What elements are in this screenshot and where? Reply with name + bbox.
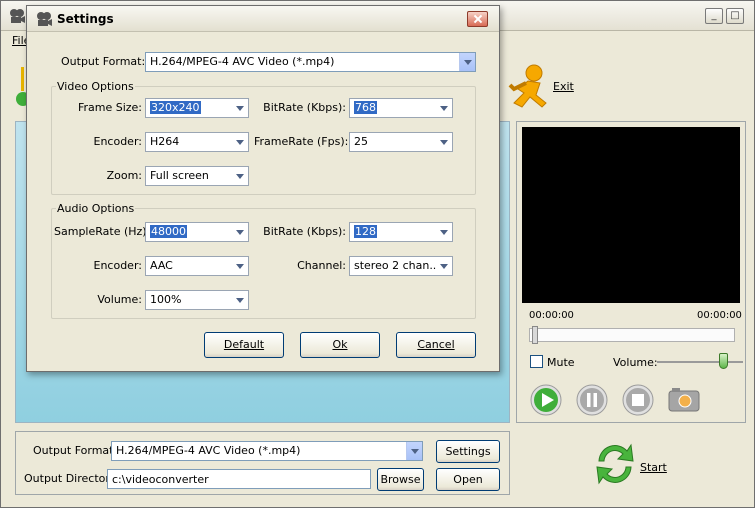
dialog-title-bar: Settings	[27, 6, 499, 32]
output-directory-input[interactable]: c:\videoconverter	[107, 469, 371, 489]
dialog-body: Output Format: H.264/MPEG-4 AVC Video (*…	[34, 38, 490, 363]
mute-checkbox[interactable]	[530, 355, 543, 368]
zoom-value: Full screen	[150, 169, 209, 182]
dialog-output-format-select[interactable]: H.264/MPEG-4 AVC Video (*.mp4)	[145, 52, 476, 72]
output-directory-label: Output Directory:	[24, 472, 120, 485]
start-label: Start	[640, 461, 667, 474]
film-reel-icon	[37, 12, 52, 26]
audio-bitrate-label: BitRate (Kbps):	[263, 225, 346, 238]
output-settings-bar: Output Format: H.264/MPEG-4 AVC Video (*…	[15, 431, 510, 495]
chevron-down-icon[interactable]	[232, 133, 248, 151]
video-encoder-select[interactable]: H264	[145, 132, 249, 152]
chevron-down-icon[interactable]	[232, 99, 248, 117]
volume-knob[interactable]	[719, 353, 728, 369]
samplerate-value: 48000	[150, 225, 187, 238]
framerate-value: 25	[354, 135, 368, 148]
start-button[interactable]: Start	[593, 439, 693, 495]
dialog-output-format-label: Output Format:	[61, 55, 146, 68]
frame-size-value: 320x240	[150, 101, 201, 114]
output-format-value: H.264/MPEG-4 AVC Video (*.mp4)	[116, 444, 301, 457]
framerate-label: FrameRate (Fps):	[254, 135, 349, 148]
video-options-title: Video Options	[56, 80, 135, 93]
audio-encoder-label: Encoder:	[93, 259, 143, 272]
time-current: 00:00:00	[529, 310, 574, 321]
video-options-group: Video Options Frame Size: 320x240 BitRat…	[51, 80, 476, 195]
video-bitrate-select[interactable]: 768	[349, 98, 453, 118]
pause-icon[interactable]	[576, 384, 608, 416]
framerate-select[interactable]: 25	[349, 132, 453, 152]
chevron-down-icon[interactable]	[436, 133, 452, 151]
minimize-button[interactable]: _	[705, 8, 723, 24]
zoom-select[interactable]: Full screen	[145, 166, 249, 186]
settings-dialog: Settings Output Format: H.264/MPEG-4 AVC…	[26, 5, 500, 372]
chevron-down-icon[interactable]	[459, 53, 475, 71]
snapshot-camera-icon[interactable]	[668, 384, 700, 416]
zoom-label: Zoom:	[106, 169, 142, 182]
settings-button[interactable]: Settings	[436, 440, 500, 463]
audio-options-group: Audio Options SampleRate (Hz): 48000 Bit…	[51, 202, 476, 319]
chevron-down-icon[interactable]	[436, 99, 452, 117]
mute-label: Mute	[547, 356, 575, 369]
chevron-down-icon[interactable]	[232, 291, 248, 309]
seek-slider[interactable]	[529, 326, 735, 344]
chevron-down-icon[interactable]	[232, 257, 248, 275]
exit-button[interactable]: Exit	[506, 63, 586, 111]
audio-encoder-value: AAC	[150, 259, 173, 272]
default-button[interactable]: Default	[204, 332, 284, 358]
exit-label: Exit	[553, 80, 574, 93]
video-bitrate-value: 768	[354, 101, 377, 114]
seek-knob[interactable]	[532, 326, 538, 344]
running-man-icon	[508, 64, 547, 108]
volume-slider[interactable]	[657, 353, 743, 369]
browse-button[interactable]: Browse	[377, 468, 424, 491]
film-reel-icon	[10, 9, 25, 23]
output-format-select[interactable]: H.264/MPEG-4 AVC Video (*.mp4)	[111, 441, 423, 461]
chevron-down-icon[interactable]	[232, 167, 248, 185]
audio-volume-label: Volume:	[97, 293, 142, 306]
play-icon[interactable]	[530, 384, 562, 416]
dialog-output-format-value: H.264/MPEG-4 AVC Video (*.mp4)	[150, 55, 335, 68]
chevron-down-icon[interactable]	[406, 442, 422, 460]
video-screen	[522, 127, 740, 303]
frame-size-select[interactable]: 320x240	[145, 98, 249, 118]
video-bitrate-label: BitRate (Kbps):	[263, 101, 346, 114]
chevron-down-icon[interactable]	[232, 223, 248, 241]
ok-button[interactable]: Ok	[300, 332, 380, 358]
video-encoder-value: H264	[150, 135, 180, 148]
frame-size-label: Frame Size:	[77, 101, 142, 114]
video-encoder-label: Encoder:	[93, 135, 143, 148]
audio-volume-value: 100%	[150, 293, 182, 306]
convert-arrows-icon	[596, 443, 634, 485]
output-format-label: Output Format:	[33, 444, 118, 457]
cancel-button[interactable]: Cancel	[396, 332, 476, 358]
samplerate-label: SampleRate (Hz):	[54, 225, 151, 238]
dialog-title: Settings	[57, 12, 114, 26]
channel-select[interactable]: stereo 2 chan...	[349, 256, 453, 276]
open-button[interactable]: Open	[436, 468, 500, 491]
close-icon[interactable]	[467, 11, 488, 27]
audio-bitrate-select[interactable]: 128	[349, 222, 453, 242]
maximize-button[interactable]: □	[726, 8, 744, 24]
volume-label: Volume:	[613, 356, 658, 369]
audio-bitrate-value: 128	[354, 225, 377, 238]
video-player-panel: 00:00:00 00:00:00 Mute Volume:	[516, 121, 746, 423]
stop-icon[interactable]	[622, 384, 654, 416]
time-total: 00:00:00	[697, 310, 742, 321]
samplerate-select[interactable]: 48000	[145, 222, 249, 242]
audio-volume-select[interactable]: 100%	[145, 290, 249, 310]
chevron-down-icon[interactable]	[436, 257, 452, 275]
chevron-down-icon[interactable]	[436, 223, 452, 241]
channel-value: stereo 2 chan...	[354, 259, 440, 272]
channel-label: Channel:	[297, 259, 346, 272]
audio-encoder-select[interactable]: AAC	[145, 256, 249, 276]
audio-options-title: Audio Options	[56, 202, 136, 215]
